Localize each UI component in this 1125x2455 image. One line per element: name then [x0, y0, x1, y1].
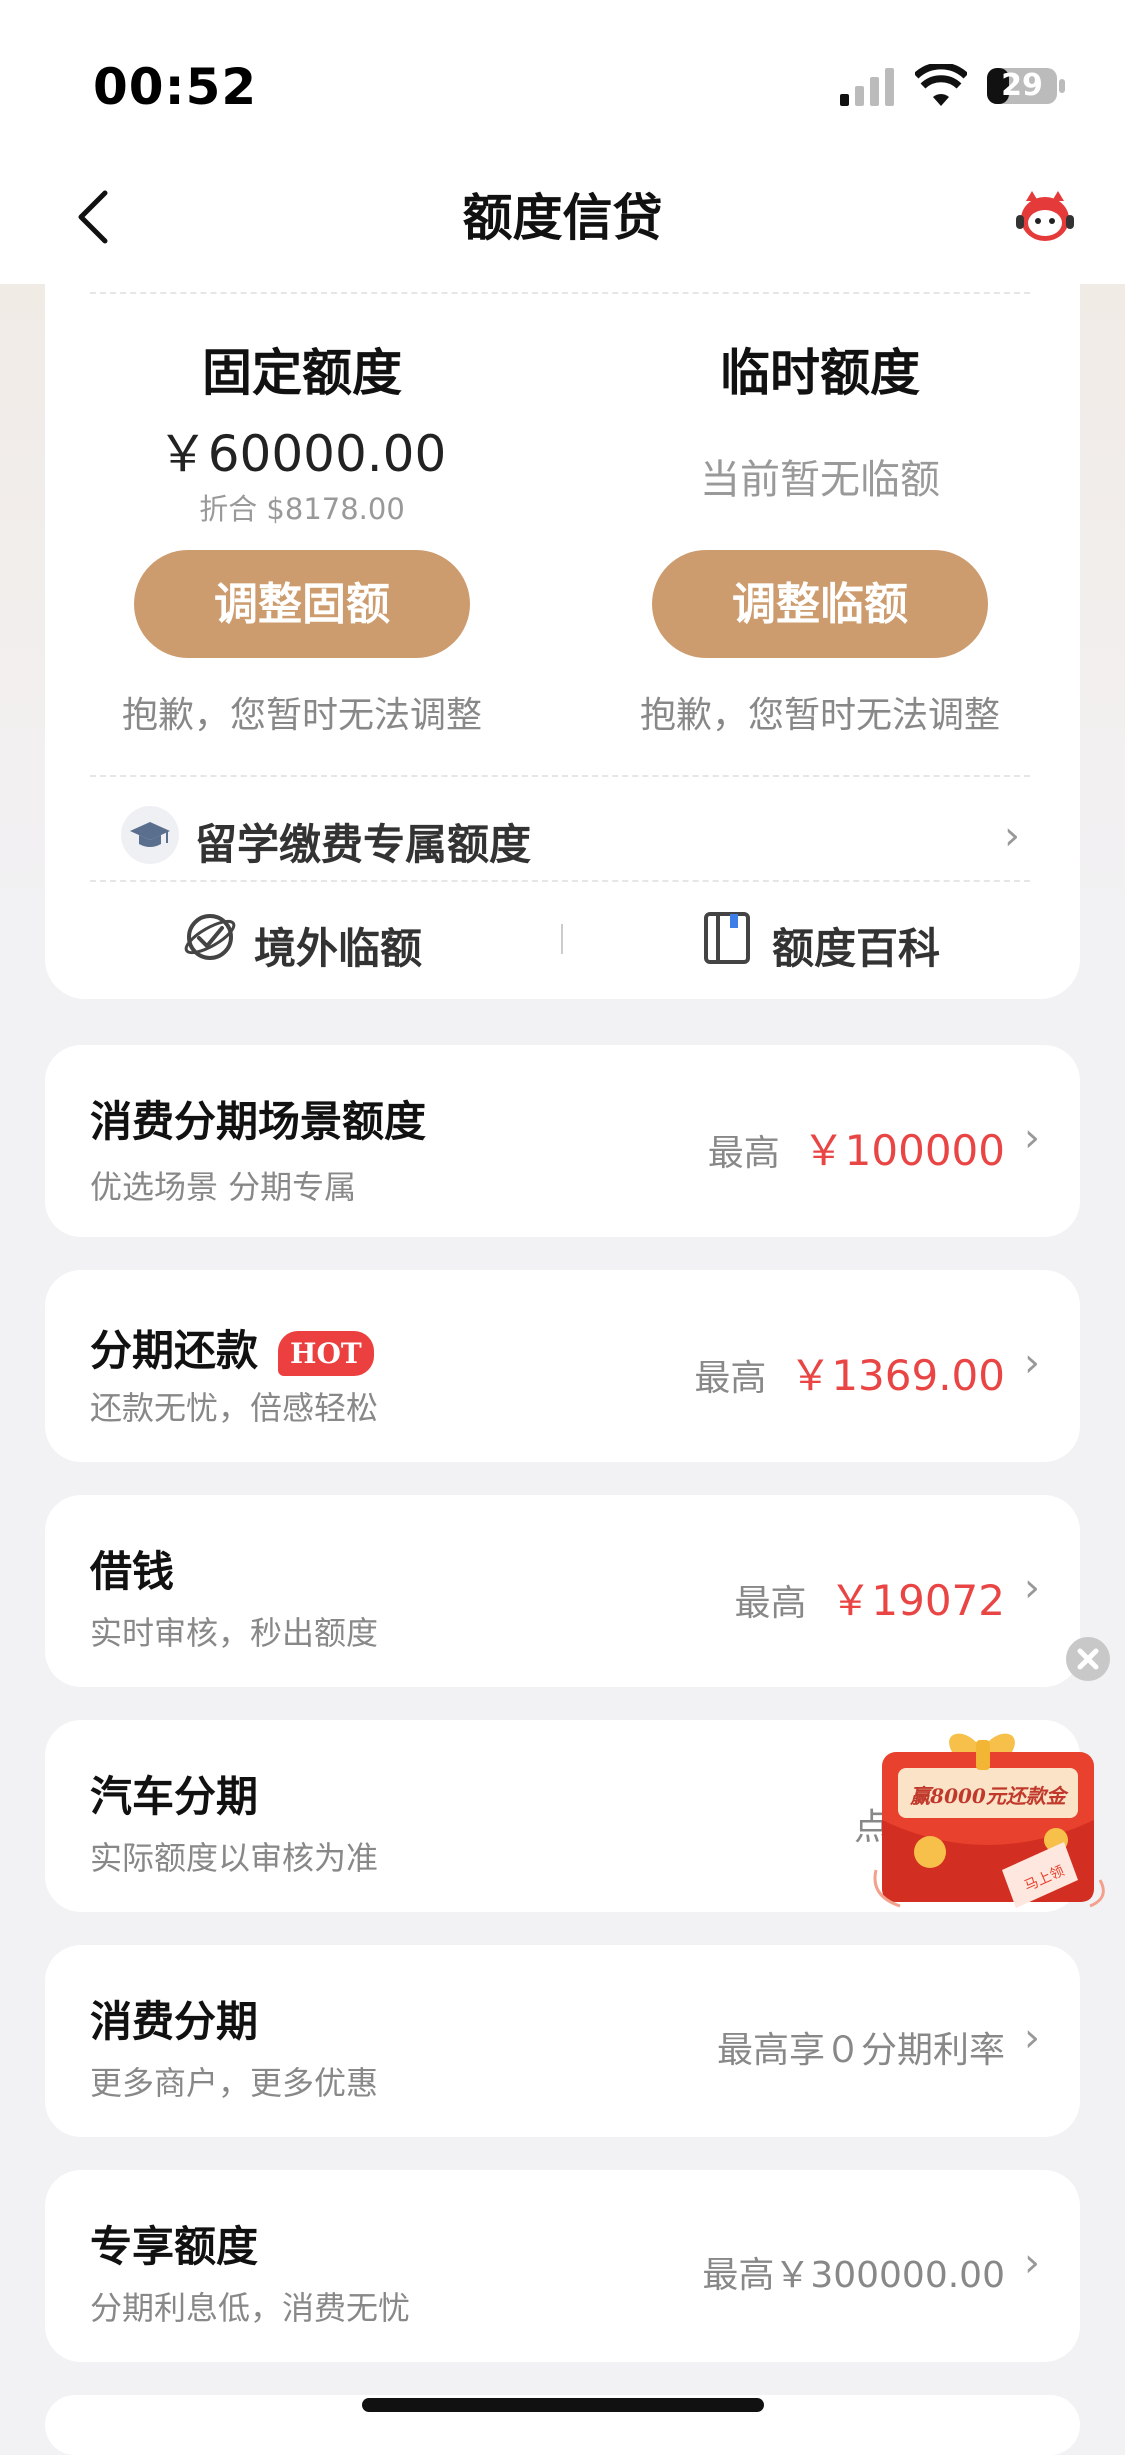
overseas-limit-link[interactable]: 境外临额	[180, 905, 460, 975]
limit-encyclopedia-link[interactable]: 额度百科	[700, 905, 980, 975]
study-abroad-label: 留学缴费专属额度	[195, 820, 532, 869]
chevron-right-icon: ›	[1024, 1340, 1040, 1386]
temp-limit-note: 抱歉，您暂时无法调整	[639, 695, 1000, 736]
fixed-limit-amount: ￥60000.00	[157, 425, 447, 483]
list-card-borrow[interactable]: 借钱 实时审核，秒出额度 最高 ￥19072 ›	[45, 1495, 1080, 1687]
card-value: 最高 ￥19072	[734, 1576, 1005, 1625]
card-subtitle: 还款无忧，倍感轻松	[90, 1389, 379, 1427]
signal-icon	[840, 66, 896, 106]
card-subtitle: 优选场景 分期专属	[90, 1168, 357, 1206]
card-value: 最高￥300000.00	[702, 2255, 1005, 2296]
fixed-limit-title: 固定额度	[202, 344, 402, 402]
card-value: 最高 ￥1369.00	[694, 1351, 1005, 1400]
promo-close-button[interactable]	[1065, 1636, 1111, 1682]
chevron-right-icon: ›	[1024, 2240, 1040, 2286]
promo-text: 赢8000元还款金	[910, 1784, 1066, 1808]
assistant-button[interactable]	[1010, 185, 1080, 245]
status-time: 00:52	[93, 58, 258, 116]
card-subtitle: 实时审核，秒出额度	[90, 1614, 379, 1652]
fixed-limit-converted: 折合 $8178.00	[199, 492, 405, 526]
overseas-limit-label: 境外临额	[254, 924, 423, 973]
chevron-right-icon: ›	[1004, 813, 1020, 859]
card-subtitle: 更多商户，更多优惠	[90, 2064, 379, 2102]
separator	[561, 924, 563, 954]
graduation-cap-icon	[120, 805, 180, 865]
close-icon	[1066, 1637, 1110, 1681]
list-card-exclusive-limit[interactable]: 专享额度 分期利息低，消费无忧 最高￥300000.00 ›	[45, 2170, 1080, 2362]
card-title: 消费分期场景额度	[90, 1097, 427, 1146]
adjust-fixed-button[interactable]: 调整固额	[134, 550, 470, 658]
temp-limit-title: 临时额度	[720, 344, 920, 402]
divider	[90, 775, 1030, 777]
divider	[90, 292, 1030, 294]
chevron-right-icon: ›	[1024, 1565, 1040, 1611]
promo-red-envelope[interactable]: 赢8000元还款金 马上领	[860, 1720, 1110, 1920]
adjust-temp-button[interactable]: 调整临额	[652, 550, 988, 658]
mascot-icon	[1016, 191, 1074, 241]
divider	[90, 880, 1030, 882]
encyclopedia-label: 额度百科	[772, 924, 941, 973]
red-envelope-icon	[873, 1733, 1105, 1908]
card-title: 消费分期	[90, 1997, 259, 2046]
temp-limit-status: 当前暂无临额	[700, 457, 940, 503]
card-title: 分期还款 HOT	[90, 1317, 374, 1378]
home-indicator	[362, 2398, 764, 2412]
study-abroad-row[interactable]: 留学缴费专属额度 ›	[90, 795, 1030, 875]
card-title: 专享额度	[90, 2222, 259, 2271]
list-card-scene-limit[interactable]: 消费分期场景额度 优选场景 分期专属 最高 ￥100000 ›	[45, 1045, 1080, 1237]
globe-icon	[184, 911, 236, 963]
list-card-installment-repay[interactable]: 分期还款 HOT 还款无忧，倍感轻松 最高 ￥1369.00 ›	[45, 1270, 1080, 1462]
card-subtitle: 分期利息低，消费无忧	[90, 2289, 411, 2327]
battery-level: 29	[1001, 68, 1043, 103]
card-value: 最高 ￥100000	[707, 1126, 1005, 1175]
card-title: 借钱	[90, 1547, 175, 1596]
card-title: 汽车分期	[90, 1772, 259, 1821]
list-card-consumer-installment[interactable]: 消费分期 更多商户，更多优惠 最高享０分期利率 ›	[45, 1945, 1080, 2137]
hot-badge: HOT	[278, 1331, 374, 1376]
book-icon	[702, 911, 752, 965]
card-value: 最高享０分期利率	[716, 2030, 1005, 2071]
chevron-right-icon: ›	[1024, 2015, 1040, 2061]
page-title: 额度信贷	[462, 189, 663, 247]
chevron-right-icon: ›	[1024, 1115, 1040, 1161]
fixed-limit-note: 抱歉，您暂时无法调整	[121, 695, 482, 736]
wifi-icon	[913, 62, 969, 108]
card-subtitle: 实际额度以审核为准	[90, 1839, 379, 1877]
